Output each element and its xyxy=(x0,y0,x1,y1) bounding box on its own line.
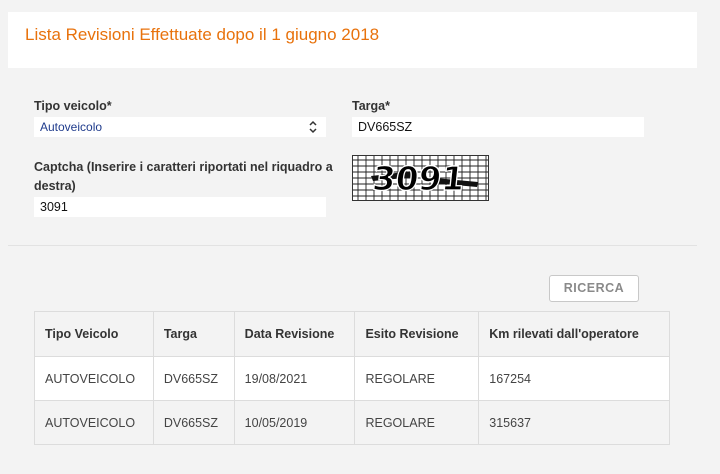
cell-data-revisione: 10/05/2019 xyxy=(233,400,356,445)
col-targa: Targa xyxy=(152,311,235,357)
table-row: AUTOVEICOLO DV665SZ 10/05/2019 REGOLARE … xyxy=(34,400,670,445)
tipo-veicolo-label: Tipo veicolo* xyxy=(34,99,112,113)
captcha-text: 3091 xyxy=(371,159,467,198)
cell-data-revisione: 19/08/2021 xyxy=(233,356,356,401)
cell-tipo-veicolo: AUTOVEICOLO xyxy=(34,400,154,445)
results-table: Tipo Veicolo Targa Data Revisione Esito … xyxy=(34,311,670,445)
table-row: AUTOVEICOLO DV665SZ 19/08/2021 REGOLARE … xyxy=(34,356,670,401)
cell-targa: DV665SZ xyxy=(152,356,235,401)
col-km-rilevati: Km rilevati dall'operatore xyxy=(478,311,670,357)
col-data-revisione: Data Revisione xyxy=(233,311,356,357)
cell-tipo-veicolo: AUTOVEICOLO xyxy=(34,356,154,401)
captcha-input[interactable]: 3091 xyxy=(34,197,326,217)
col-esito-revisione: Esito Revisione xyxy=(354,311,480,357)
cell-km-rilevati: 315637 xyxy=(478,400,670,445)
cell-km-rilevati: 167254 xyxy=(478,356,670,401)
tipo-veicolo-value: Autoveicolo xyxy=(40,120,103,134)
cell-targa: DV665SZ xyxy=(152,400,235,445)
cell-esito-revisione: REGOLARE xyxy=(354,356,480,401)
tipo-veicolo-select[interactable]: Autoveicolo xyxy=(34,117,326,137)
search-button[interactable]: RICERCA xyxy=(549,275,639,302)
col-tipo-veicolo: Tipo Veicolo xyxy=(34,311,154,357)
page-header: Lista Revisioni Effettuate dopo il 1 giu… xyxy=(8,12,697,68)
captcha-label: Captcha (Inserire i caratteri riportati … xyxy=(34,160,333,193)
targa-input[interactable]: DV665SZ xyxy=(352,117,644,137)
chevron-up-down-icon xyxy=(309,120,317,134)
table-header-row: Tipo Veicolo Targa Data Revisione Esito … xyxy=(34,311,670,357)
cell-esito-revisione: REGOLARE xyxy=(354,400,480,445)
targa-label: Targa* xyxy=(352,99,390,113)
page-title: Lista Revisioni Effettuate dopo il 1 giu… xyxy=(25,25,380,44)
captcha-image: 3091 xyxy=(352,155,489,201)
